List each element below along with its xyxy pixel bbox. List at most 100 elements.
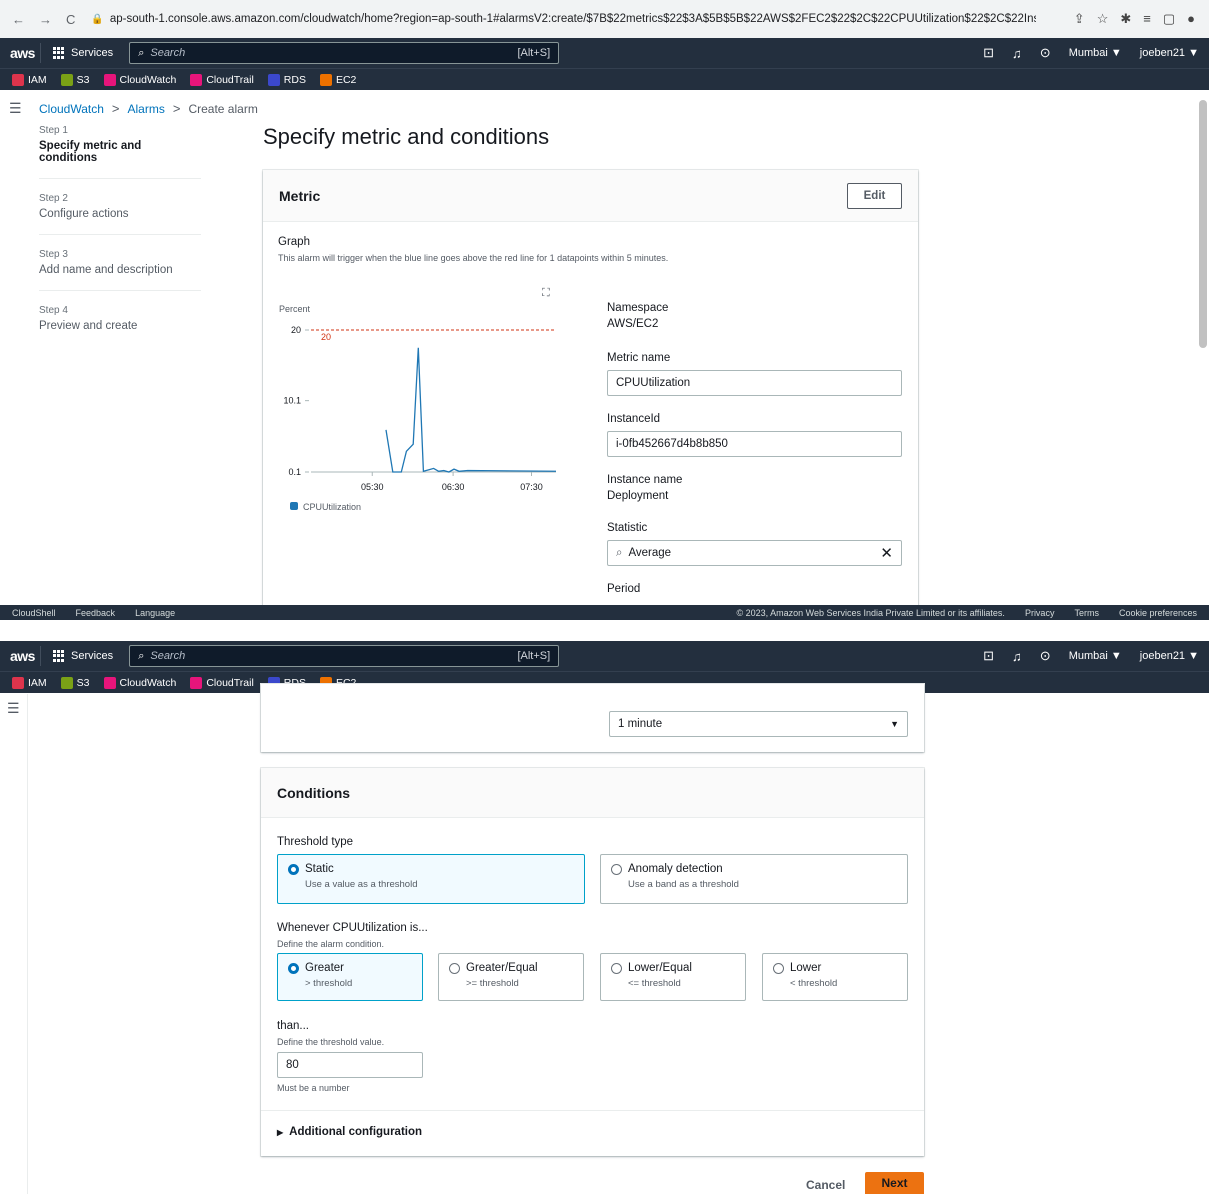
cookie-preferences-link[interactable]: Cookie preferences (1119, 608, 1197, 618)
option-description: >= threshold (466, 978, 519, 989)
page-scrollbar[interactable] (1199, 100, 1207, 348)
favorite-cloudtrail[interactable]: CloudTrail (190, 73, 254, 86)
radio-icon (449, 962, 460, 974)
radio-selected-icon (288, 863, 299, 875)
expand-icon[interactable]: ⛶ (542, 287, 550, 300)
search-input[interactable]: ⌕ Search [Alt+S] (129, 42, 560, 64)
next-button[interactable]: Next (865, 1172, 924, 1194)
radio-icon (611, 962, 622, 974)
aws-logo[interactable]: aws (0, 648, 40, 664)
bookmark-star-icon[interactable]: ☆ (1097, 11, 1109, 27)
search-input[interactable]: ⌕ Search [Alt+S] (129, 645, 560, 667)
threshold-anomaly-option[interactable]: Anomaly detection Use a band as a thresh… (600, 854, 908, 904)
conditions-panel: Conditions Threshold type Static Use a v… (261, 768, 924, 1156)
divider (261, 1110, 924, 1111)
step-number: Step 2 (39, 193, 68, 204)
lock-icon: 🔒 (91, 13, 104, 25)
share-icon[interactable]: ⇪ (1074, 11, 1085, 27)
grid-icon (53, 650, 65, 662)
back-arrow-icon[interactable]: ← (12, 12, 25, 27)
extensions-icon[interactable]: ✱ (1120, 11, 1131, 27)
breadcrumb-cloudwatch[interactable]: CloudWatch (39, 102, 104, 116)
metric-chart: Percent 20 10.1 0.1 05:30 06:30 07:30 20 CPUUtil… (279, 304, 557, 510)
additional-configuration-label: Additional configuration (289, 1126, 423, 1138)
region-selector[interactable]: Mumbai ▼ (1069, 47, 1122, 59)
cloudwatch-icon (103, 73, 116, 86)
account-menu[interactable]: joeben21 ▼ (1140, 650, 1199, 662)
terms-link[interactable]: Terms (1074, 608, 1099, 618)
condition-greater-equal-option[interactable]: Greater/Equal >= threshold (438, 953, 584, 1001)
s3-icon (60, 73, 73, 86)
cancel-button[interactable]: Cancel (806, 1178, 845, 1192)
threshold-static-option[interactable]: Static Use a value as a threshold (277, 854, 585, 904)
cloudshell-icon[interactable]: ⊡ (983, 648, 994, 664)
chevron-right-icon: > (172, 101, 181, 116)
aws-logo[interactable]: aws (0, 45, 40, 61)
threshold-value-input[interactable]: 80 (277, 1052, 423, 1078)
favorite-iam[interactable]: IAM (12, 676, 47, 689)
step-2[interactable]: Step 2 Configure actions (39, 193, 201, 235)
favorite-rds[interactable]: RDS (267, 73, 306, 86)
period-select[interactable]: 1 minute ▼ (609, 711, 908, 737)
menu-icon[interactable]: ☰ (7, 700, 20, 717)
feedback-link[interactable]: Feedback (76, 608, 116, 618)
cloudshell-icon[interactable]: ⊡ (983, 45, 994, 61)
region-selector[interactable]: Mumbai ▼ (1069, 650, 1122, 662)
menu-icon[interactable]: ☰ (9, 100, 22, 117)
favorite-ec2[interactable]: EC2 (319, 73, 356, 86)
search-shortcut: [Alt+S] (517, 650, 551, 662)
favorite-cloudtrail[interactable]: CloudTrail (190, 676, 254, 689)
help-icon[interactable]: ⊙ (1040, 648, 1051, 664)
y-tick-label: 10.1 (283, 396, 301, 406)
clear-icon[interactable]: ✕ (880, 544, 893, 562)
services-menu[interactable]: Services (40, 43, 125, 63)
option-description: Use a band as a threshold (628, 879, 739, 890)
favorite-s3[interactable]: S3 (60, 73, 90, 86)
condition-lower-equal-option[interactable]: Lower/Equal <= threshold (600, 953, 746, 1001)
search-placeholder: Search (150, 47, 186, 59)
x-tick-label: 06:30 (442, 482, 465, 492)
profile-avatar-icon[interactable]: ● (1187, 11, 1195, 27)
favorite-label: CloudWatch (119, 73, 177, 86)
instance-id-field[interactable]: i-0fb452667d4b8b850 (607, 431, 902, 457)
sidebar-divider (27, 694, 28, 1194)
copyright-text: © 2023, Amazon Web Services India Privat… (736, 607, 1005, 618)
reload-icon[interactable]: C (66, 12, 75, 27)
period-label: Period (607, 583, 641, 595)
address-bar[interactable]: 🔒 ap-south-1.console.aws.amazon.com/clou… (91, 13, 1036, 25)
sidepanel-icon[interactable]: ▢ (1163, 11, 1175, 27)
tab-search-icon[interactable]: ≡ (1143, 11, 1151, 27)
additional-configuration-toggle[interactable]: ▶ Additional configuration (277, 1126, 422, 1138)
step-label: Specify metric and conditions (39, 140, 142, 164)
forward-arrow-icon[interactable]: → (39, 12, 52, 27)
metric-title: Metric (279, 187, 321, 204)
help-icon[interactable]: ⊙ (1040, 45, 1051, 61)
statistic-field[interactable]: ⌕ Average ✕ (607, 540, 902, 566)
account-menu[interactable]: joeben21 ▼ (1140, 47, 1199, 59)
step-4[interactable]: Step 4 Preview and create (39, 305, 201, 346)
services-menu[interactable]: Services (40, 646, 125, 666)
metric-name-field[interactable]: CPUUtilization (607, 370, 902, 396)
graph-label: Graph (278, 236, 310, 248)
step-1[interactable]: Step 1 Specify metric and conditions (39, 125, 201, 179)
bell-icon[interactable]: ♫ (1012, 46, 1022, 61)
favorite-cloudwatch[interactable]: CloudWatch (103, 676, 176, 689)
favorite-iam[interactable]: IAM (12, 73, 47, 86)
y-tick-label: 0.1 (288, 467, 301, 477)
edit-button[interactable]: Edit (847, 182, 902, 209)
step-3[interactable]: Step 3 Add name and description (39, 249, 201, 291)
favorite-s3[interactable]: S3 (60, 676, 90, 689)
condition-lower-option[interactable]: Lower < threshold (762, 953, 908, 1001)
url-text: ap-south-1.console.aws.amazon.com/cloudw… (109, 13, 1037, 25)
bell-icon[interactable]: ♫ (1012, 649, 1022, 664)
favorite-label: RDS (283, 73, 306, 86)
privacy-link[interactable]: Privacy (1025, 608, 1055, 618)
favorite-cloudwatch[interactable]: CloudWatch (103, 73, 177, 86)
condition-greater-option[interactable]: Greater > threshold (277, 953, 423, 1001)
option-label: Static (305, 863, 334, 875)
option-description: <= threshold (628, 978, 681, 989)
breadcrumb-alarms[interactable]: Alarms (128, 102, 165, 116)
cloudshell-link[interactable]: CloudShell (12, 608, 56, 618)
conditions-title: Conditions (277, 784, 351, 801)
language-link[interactable]: Language (135, 608, 175, 618)
